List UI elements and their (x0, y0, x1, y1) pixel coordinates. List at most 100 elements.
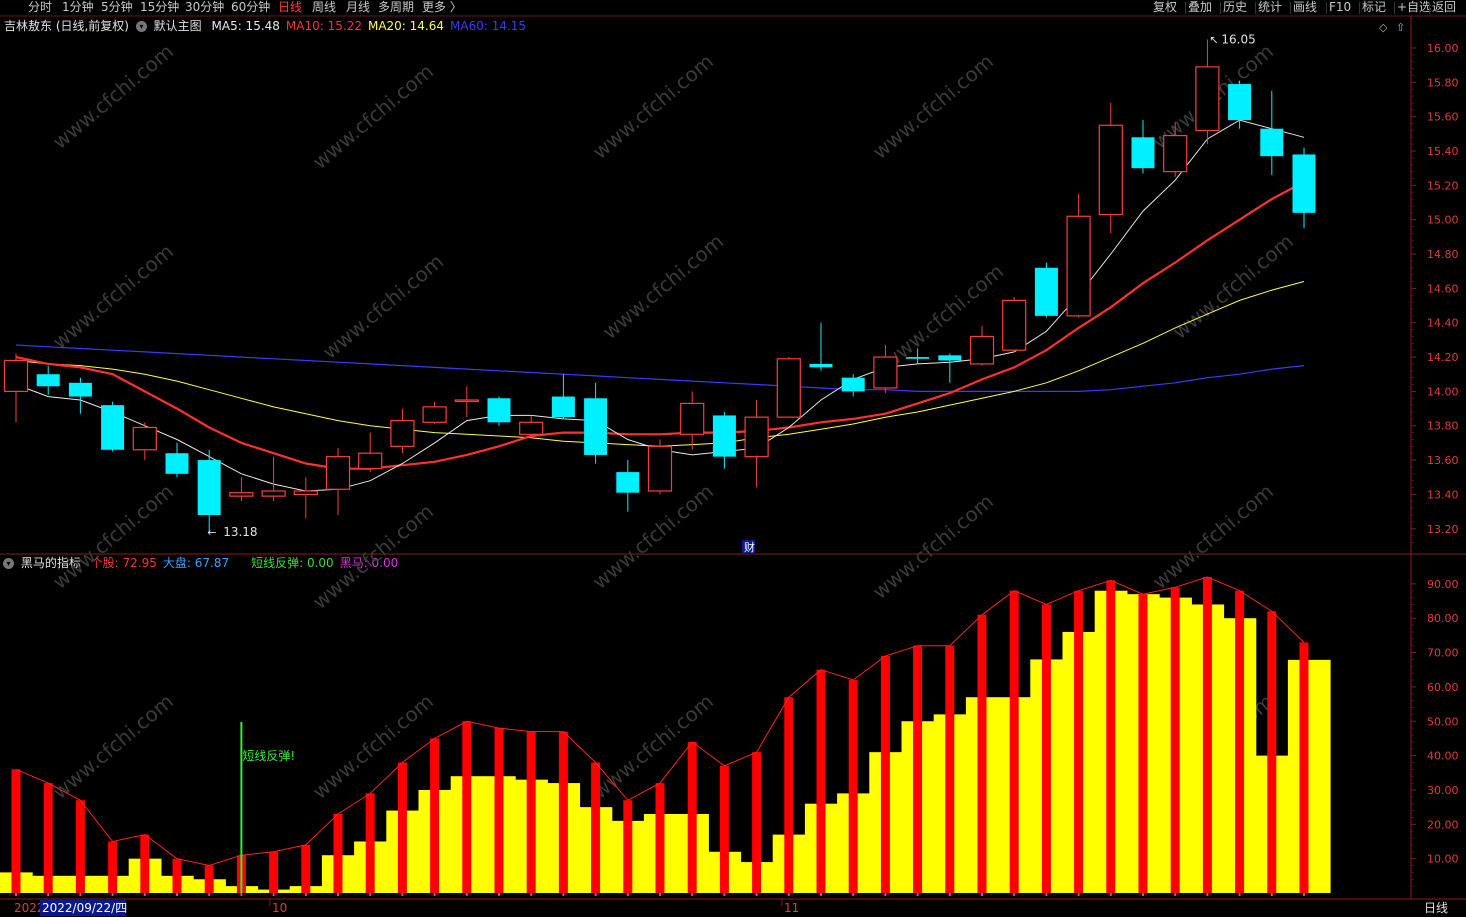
indicator-tick-label: 60.00 (1427, 681, 1459, 694)
price-tick-label: 14.00 (1427, 385, 1459, 398)
candle-up (132, 426, 157, 451)
stock-bar (1138, 594, 1148, 893)
candle-up (390, 419, 415, 447)
candle-up (293, 490, 318, 496)
bottom-dot (594, 893, 597, 896)
candle-up (1098, 124, 1123, 216)
candle-down (712, 415, 736, 457)
bottom-dot (820, 893, 822, 896)
stock-bar (623, 800, 633, 893)
candle-down (68, 382, 92, 397)
price-tick-label: 15.00 (1427, 214, 1459, 227)
high-price-label: 16.05 (1221, 32, 1255, 46)
financial-report-label: 财 (744, 540, 755, 554)
candle-down (551, 396, 575, 418)
indicator-tick-label: 10.00 (1427, 853, 1459, 866)
up-arrow-icon: ⇧ (1396, 21, 1405, 34)
candle-down (906, 357, 930, 359)
watermark-text: www.cfchi.com (48, 39, 178, 154)
bottom-dot (755, 893, 758, 896)
candle-down (1260, 128, 1284, 157)
stock-bar (1106, 580, 1116, 893)
watermark-text: www.cfchi.com (48, 479, 178, 594)
stock-bar (204, 865, 214, 893)
candle-down (584, 398, 608, 455)
price-tick-label: 15.20 (1427, 179, 1459, 192)
candle-up (229, 492, 254, 497)
stock-bar (655, 783, 665, 893)
bottom-dot (626, 893, 629, 896)
bottom-dot (916, 893, 919, 896)
watermark-text: www.cfchi.com (868, 489, 998, 604)
stock-bar (365, 793, 375, 893)
candle-down (1131, 137, 1155, 169)
period-label[interactable]: 日线 (1424, 901, 1448, 915)
price-tick-label: 14.60 (1427, 282, 1459, 295)
signal-label: 短线反弹! (242, 749, 295, 763)
stock-bar (719, 765, 729, 893)
candle-down (1292, 154, 1316, 213)
low-price-label: 13.18 (223, 525, 257, 539)
candle-up (1066, 215, 1091, 317)
bottom-dot (1238, 893, 1241, 896)
candle-up (776, 358, 801, 418)
cursor-date-label: 2022/09/22/四 (42, 901, 127, 915)
candle-up (647, 445, 673, 492)
bottom-dot (1303, 893, 1305, 896)
stock-bar (558, 731, 568, 893)
indicator-tick-label: 90.00 (1427, 578, 1459, 591)
stock-bar (945, 645, 955, 893)
candle-up (261, 490, 286, 497)
stock-bar (301, 844, 311, 893)
candle-up (422, 406, 447, 423)
bottom-dot (47, 893, 50, 896)
candle-down (165, 453, 189, 474)
candle-up (1163, 134, 1188, 173)
candle-down (1034, 267, 1058, 316)
bottom-dot (1142, 893, 1144, 896)
stock-bar (977, 614, 987, 893)
stock-bar (687, 741, 697, 893)
candle-down (1228, 84, 1252, 121)
stock-bar (784, 697, 794, 893)
stock-bar (913, 645, 923, 893)
bottom-dot (240, 893, 243, 896)
candle-down (616, 472, 640, 493)
bottom-dot (79, 893, 82, 896)
watermark-text: www.cfchi.com (48, 689, 178, 804)
stock-bar (1074, 590, 1084, 893)
candle-up (744, 416, 769, 458)
price-tick-label: 13.80 (1427, 420, 1459, 433)
candle-up (680, 402, 705, 435)
price-tick-label: 15.40 (1427, 145, 1459, 158)
price-tick-label: 13.60 (1427, 454, 1459, 467)
bottom-dot (369, 893, 372, 896)
stock-bar (1170, 587, 1180, 893)
candle-down (197, 460, 221, 516)
candle-up (1002, 299, 1027, 351)
watermark-text: www.cfchi.com (598, 229, 728, 344)
watermark-text: www.cfchi.com (48, 239, 178, 354)
stock-bar (752, 752, 762, 893)
bottom-dot (1270, 893, 1273, 896)
indicator-tick-label: 50.00 (1427, 715, 1459, 728)
stock-bar (1202, 576, 1212, 893)
watermark-text: www.cfchi.com (318, 249, 448, 364)
indicator-tick-label: 80.00 (1427, 612, 1459, 625)
stock-bar (462, 721, 472, 893)
candle-up (873, 356, 898, 389)
stock-bar (397, 762, 407, 893)
stock-bar (108, 841, 118, 893)
bottom-dot (691, 893, 694, 896)
stock-bar (1299, 642, 1309, 893)
candle-up (454, 399, 479, 403)
bottom-dot (15, 893, 17, 896)
stock-bar (1041, 604, 1051, 893)
watermark-text: www.cfchi.com (1148, 479, 1278, 594)
candle-up (519, 421, 544, 435)
bottom-dot (337, 893, 339, 896)
stock-bar (140, 834, 150, 893)
chart-canvas[interactable]: www.cfchi.com www.cfchi.com www.cfchi.com w… (0, 0, 1466, 917)
candle-down (36, 374, 60, 387)
bottom-dot (530, 893, 533, 896)
